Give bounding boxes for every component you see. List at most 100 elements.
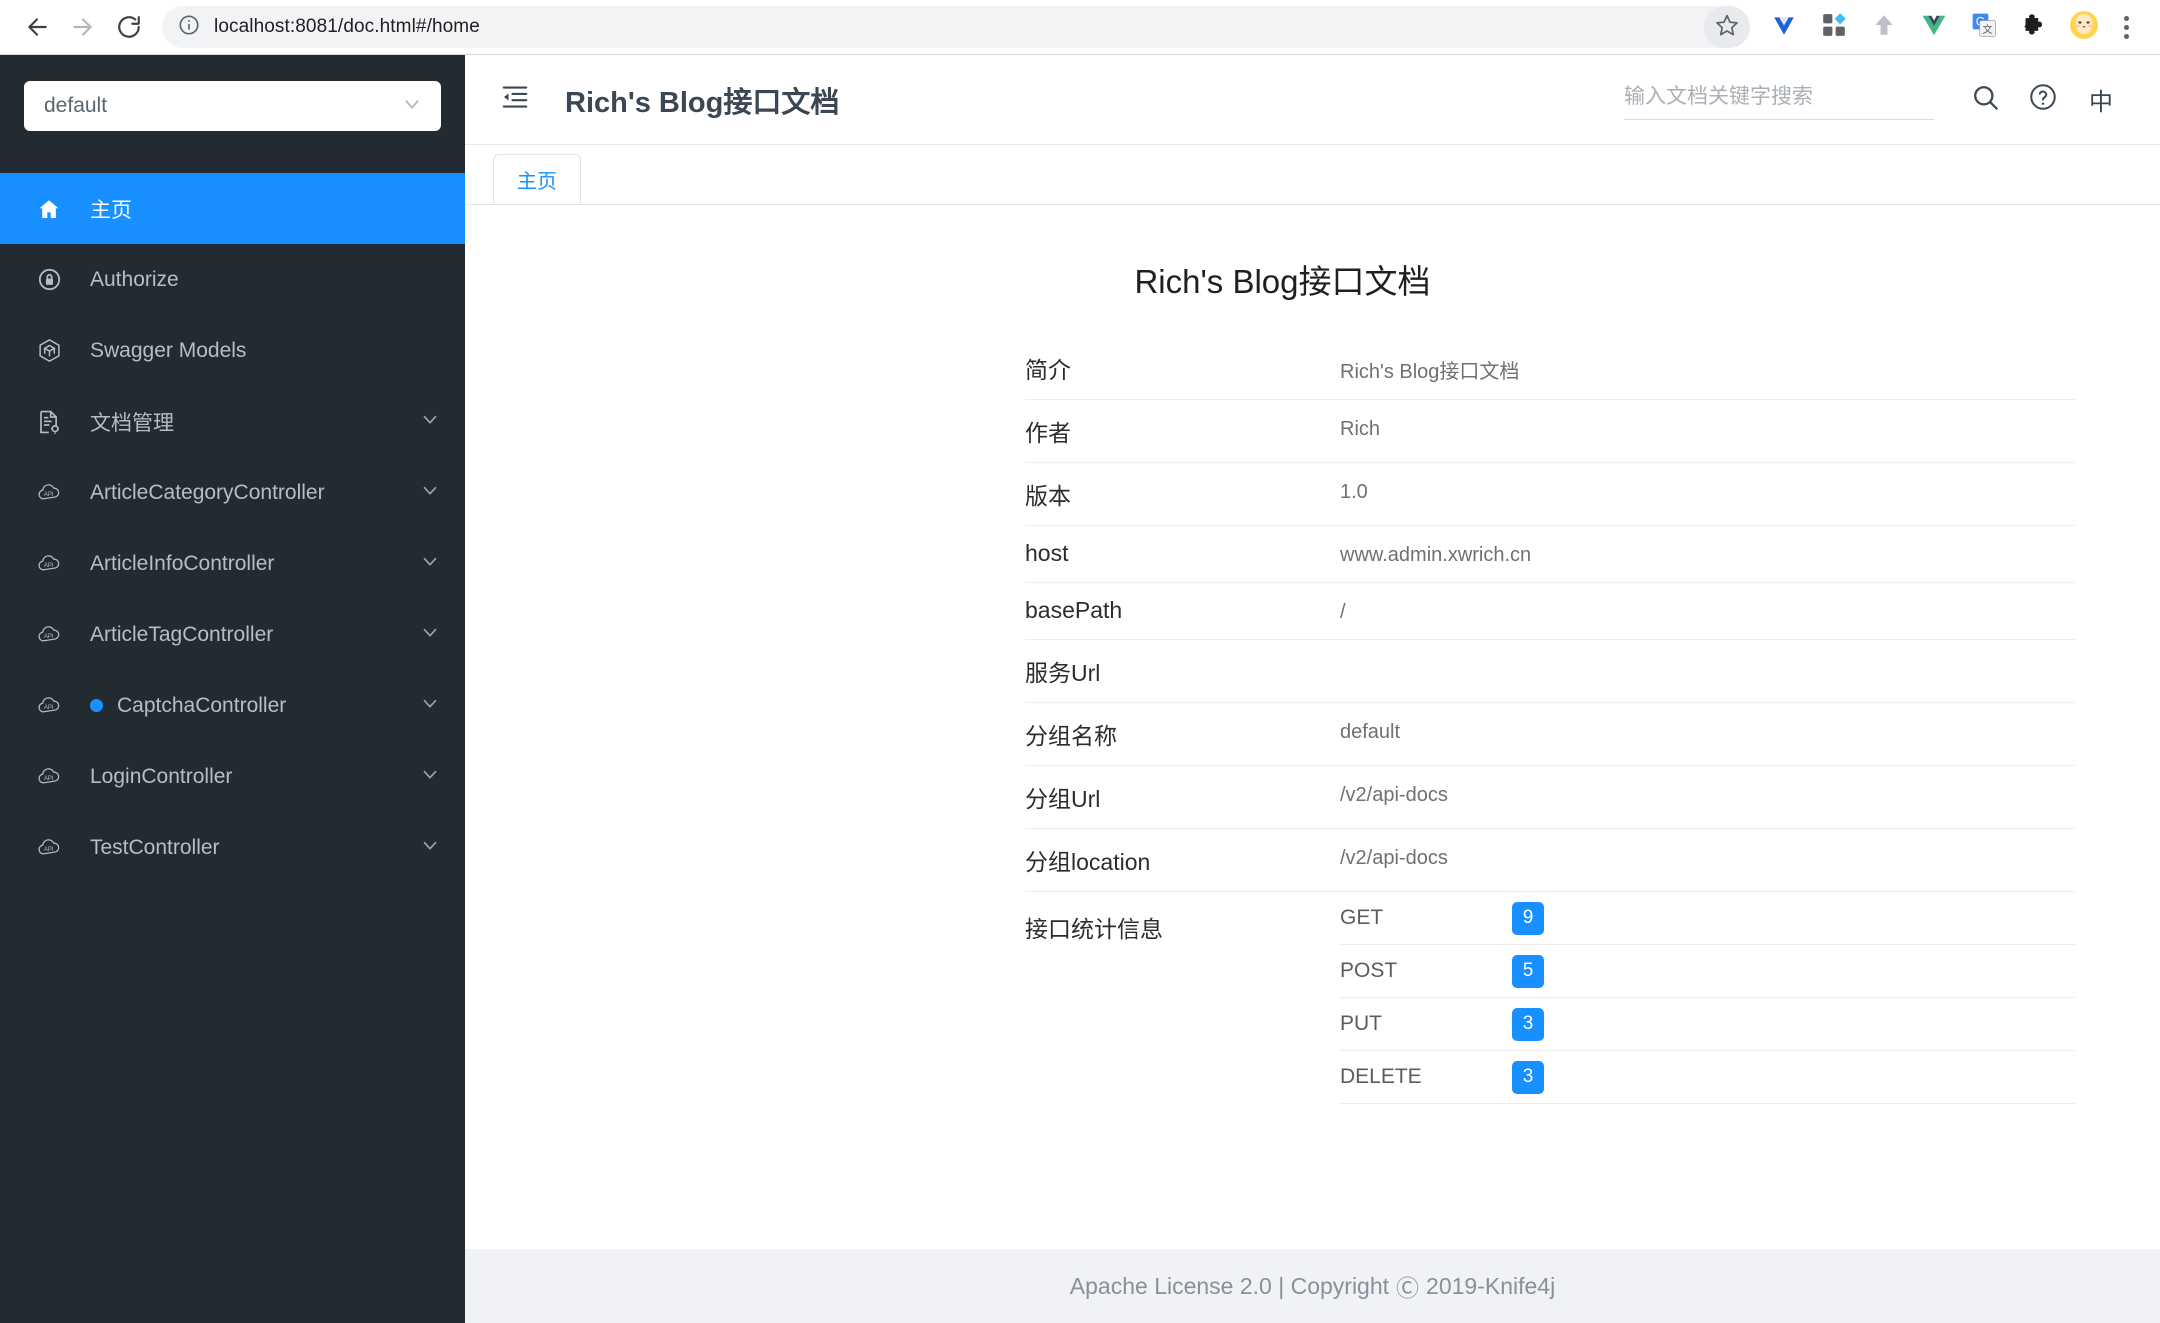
extension-icons: G文 <box>1762 5 2106 49</box>
chevron-down-icon <box>419 834 441 862</box>
top-bar-actions: 中 <box>1624 71 2130 129</box>
chevron-down-icon <box>401 93 423 120</box>
row-value: default <box>1340 721 1401 743</box>
sidebar-item-swagger-models[interactable]: Swagger Models <box>0 315 465 386</box>
table-row-stats: 接口统计信息 GET 9 POST 5 PUT 3 DELETE 3 <box>1025 892 2075 1104</box>
status-badge: 9 <box>1512 901 1544 935</box>
stat-row: DELETE 3 <box>1340 1051 2075 1104</box>
row-key: host <box>1025 540 1069 566</box>
api-cloud-icon: API <box>34 478 64 508</box>
sidebar-item-articleinfocontroller[interactable]: API ArticleInfoController <box>0 528 465 599</box>
url-text: localhost:8081/doc.html#/home <box>214 16 480 37</box>
extension-puzzle-icon <box>2021 12 2047 43</box>
profile-button[interactable] <box>2062 5 2106 49</box>
arrow-right-icon <box>70 14 96 40</box>
profile-avatar-icon <box>2069 10 2099 45</box>
row-value: Rich's Blog接口文档 <box>1340 361 1520 383</box>
app-shell: default 主页 Authorize Swagger Models 文档管理… <box>0 55 2160 1323</box>
sidebar-item-articletagcontroller[interactable]: API ArticleTagController <box>0 599 465 670</box>
row-key: 分组Url <box>1025 786 1101 812</box>
search-input[interactable] <box>1624 85 1934 109</box>
table-row: 分组location /v2/api-docs <box>1025 829 2075 892</box>
extension-diamond-button[interactable] <box>1762 5 1806 49</box>
table-row: 分组Url /v2/api-docs <box>1025 766 2075 829</box>
table-row: 服务Url <box>1025 640 2075 703</box>
sidebar-item-articlecategorycontroller[interactable]: API ArticleCategoryController <box>0 457 465 528</box>
chevron-down-icon <box>419 408 441 436</box>
info-circle-icon[interactable] <box>178 14 200 41</box>
page-title: Rich's Blog接口文档 <box>565 86 840 119</box>
help-button[interactable] <box>2014 71 2072 129</box>
svg-text:API: API <box>43 847 53 853</box>
reload-button[interactable] <box>106 4 152 50</box>
extension-upload-button[interactable] <box>1862 5 1906 49</box>
svg-text:API: API <box>43 705 53 711</box>
language-toggle-button[interactable]: 中 <box>2072 71 2130 129</box>
stat-row: PUT 3 <box>1340 998 2075 1051</box>
menu-fold-button[interactable] <box>493 78 537 122</box>
sidebar-item-doc-manage[interactable]: 文档管理 <box>0 386 465 457</box>
sidebar-item-captchacontroller[interactable]: API CaptchaController <box>0 670 465 741</box>
tab-home[interactable]: 主页 <box>493 154 581 204</box>
row-value: www.admin.xwrich.cn <box>1340 544 1532 566</box>
footer-license-text: Apache License 2.0 | Copyright <box>1069 1272 1390 1299</box>
api-cloud-icon: API <box>34 833 64 863</box>
sidebar-item-authorize[interactable]: Authorize <box>0 244 465 315</box>
sidebar-item-label: ArticleTagController <box>90 622 274 646</box>
footer-years-text: 2019-Knife4j <box>1426 1272 1556 1299</box>
sidebar-item-label: 文档管理 <box>90 411 174 435</box>
group-select-container: default <box>0 55 465 131</box>
row-key: 服务Url <box>1025 660 1101 686</box>
search-button[interactable] <box>1956 71 2014 129</box>
table-row: 作者 Rich <box>1025 400 2075 463</box>
api-cloud-icon: API <box>34 549 64 579</box>
chevron-down-icon <box>419 692 441 720</box>
home-icon <box>34 194 64 224</box>
status-badge: 5 <box>1512 954 1544 988</box>
address-bar[interactable]: localhost:8081/doc.html#/home <box>162 6 1748 48</box>
sidebar-item-label: 主页 <box>90 198 132 222</box>
row-value: /v2/api-docs <box>1340 847 1448 869</box>
sidebar-item-label: CaptchaController <box>117 693 287 717</box>
sidebar-item-home[interactable]: 主页 <box>0 173 465 244</box>
table-row: 分组名称 default <box>1025 703 2075 766</box>
status-badge: 3 <box>1512 1060 1544 1094</box>
svg-text:API: API <box>43 634 53 640</box>
extension-apps-grid-icon <box>1821 12 1847 43</box>
stat-row: GET 9 <box>1340 892 2075 945</box>
extension-diamond-icon <box>1771 12 1797 43</box>
extension-google-translate-icon: G文 <box>1971 12 1997 43</box>
row-key: basePath <box>1025 597 1123 623</box>
back-button[interactable] <box>14 4 60 50</box>
extension-puzzle-button[interactable] <box>2012 5 2056 49</box>
tab-bar: 主页 <box>465 145 2160 205</box>
search-input-wrapper[interactable] <box>1624 79 1934 120</box>
http-method-label: PUT <box>1340 1012 1382 1035</box>
chevron-down-icon <box>419 550 441 578</box>
row-key: 简介 <box>1025 357 1071 383</box>
sidebar-item-label: Swagger Models <box>90 338 247 362</box>
extension-google-translate-button[interactable]: G文 <box>1962 5 2006 49</box>
bookmark-button[interactable] <box>1704 6 1750 48</box>
sidebar-item-testcontroller[interactable]: API TestController <box>0 812 465 883</box>
doc-gear-icon <box>34 407 64 437</box>
menu-fold-icon <box>500 82 530 117</box>
http-method-label: POST <box>1340 959 1398 982</box>
http-method-label: DELETE <box>1340 1065 1422 1088</box>
sidebar-item-logincontroller[interactable]: API LoginController <box>0 741 465 812</box>
sidebar-item-label: Authorize <box>90 267 179 291</box>
extension-vue-devtools-icon <box>1921 12 1947 43</box>
search-icon <box>1971 83 2000 117</box>
row-value: Rich <box>1340 418 1381 440</box>
cube-icon <box>34 336 64 366</box>
table-row: basePath / <box>1025 583 2075 640</box>
stats-list: GET 9 POST 5 PUT 3 DELETE 3 <box>1340 892 2075 1104</box>
extension-apps-button[interactable] <box>1812 5 1856 49</box>
table-row: host www.admin.xwrich.cn <box>1025 526 2075 583</box>
extension-vue-devtools-button[interactable] <box>1912 5 1956 49</box>
row-key: 分组名称 <box>1025 723 1117 749</box>
browser-menu-button[interactable] <box>2106 15 2146 39</box>
group-select[interactable]: default <box>24 81 441 131</box>
forward-button[interactable] <box>60 4 106 50</box>
content-area: Rich's Blog接口文档 简介 Rich's Blog接口文档 作者 Ri… <box>465 205 2160 1249</box>
